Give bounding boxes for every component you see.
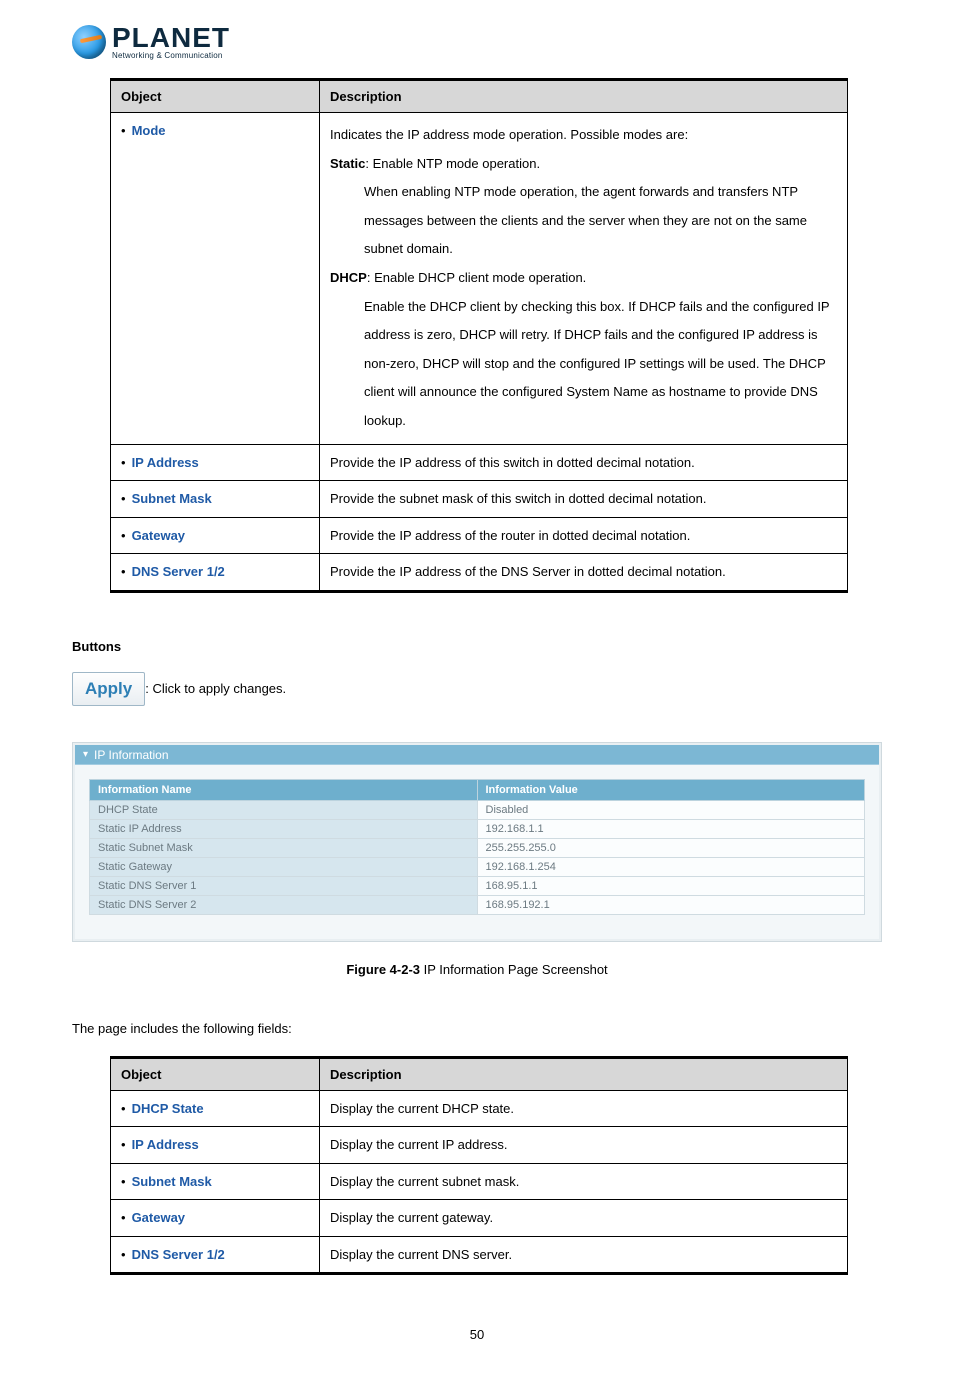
info-name: Static DNS Server 2	[90, 895, 478, 914]
ip-information-panel: ▾ IP Information Information Name Inform…	[72, 742, 882, 942]
info-name: Static DNS Server 1	[90, 876, 478, 895]
object-label: Subnet Mask	[132, 491, 212, 506]
intro-line: The page includes the following fields:	[72, 1021, 882, 1036]
brand-logo: PLANET Networking & Communication	[72, 24, 882, 60]
info-value: 168.95.192.1	[477, 895, 865, 914]
panel-title: IP Information	[94, 748, 168, 762]
object-description: Display the current IP address.	[320, 1127, 848, 1164]
table-row: •IP Address Provide the IP address of th…	[111, 444, 848, 481]
table-row: •Mode Indicates the IP address mode oper…	[111, 113, 848, 445]
static-suffix: : Enable NTP mode operation.	[365, 156, 540, 171]
buttons-heading: Buttons	[72, 639, 882, 654]
object-label: Mode	[132, 123, 166, 138]
object-description: Display the current subnet mask.	[320, 1163, 848, 1200]
table-row: •DNS Server 1/2 Provide the IP address o…	[111, 554, 848, 592]
object-description: Provide the IP address of the router in …	[320, 517, 848, 554]
object-description-table-1: Object Description •Mode Indicates the I…	[110, 78, 848, 593]
dhcp-label: DHCP	[330, 270, 367, 285]
col-description: Description	[320, 1057, 848, 1090]
object-description: Display the current gateway.	[320, 1200, 848, 1237]
dhcp-suffix: : Enable DHCP client mode operation.	[367, 270, 586, 285]
static-label: Static	[330, 156, 365, 171]
col-object: Object	[111, 1057, 320, 1090]
col-description: Description	[320, 80, 848, 113]
object-label: Gateway	[132, 528, 185, 543]
info-value: 168.95.1.1	[477, 876, 865, 895]
info-name: Static Gateway	[90, 857, 478, 876]
object-label: IP Address	[132, 455, 199, 470]
figure-caption: Figure 4-2-3 IP Information Page Screens…	[72, 962, 882, 977]
info-name: DHCP State	[90, 800, 478, 819]
object-description: Display the current DHCP state.	[320, 1090, 848, 1127]
info-value: 192.168.1.254	[477, 857, 865, 876]
object-description-table-2: Object Description •DHCP State Display t…	[110, 1056, 848, 1276]
panel-header[interactable]: ▾ IP Information	[75, 745, 879, 765]
object-label: DNS Server 1/2	[132, 1247, 225, 1262]
table-row: Static IP Address192.168.1.1	[90, 819, 865, 838]
table-row: •IP Address Display the current IP addre…	[111, 1127, 848, 1164]
mode-intro: Indicates the IP address mode operation.…	[330, 127, 688, 142]
object-description: Display the current DNS server.	[320, 1236, 848, 1274]
object-description: Provide the IP address of the DNS Server…	[320, 554, 848, 592]
col-info-name: Information Name	[90, 779, 478, 800]
info-name: Static IP Address	[90, 819, 478, 838]
table-row: DHCP StateDisabled	[90, 800, 865, 819]
table-row: •DNS Server 1/2 Display the current DNS …	[111, 1236, 848, 1274]
table-row: •Gateway Display the current gateway.	[111, 1200, 848, 1237]
ip-information-table: Information Name Information Value DHCP …	[89, 779, 865, 915]
figure-text: IP Information Page Screenshot	[420, 962, 608, 977]
info-value: Disabled	[477, 800, 865, 819]
globe-icon	[72, 25, 106, 59]
col-info-value: Information Value	[477, 779, 865, 800]
table-row: Static Subnet Mask255.255.255.0	[90, 838, 865, 857]
col-object: Object	[111, 80, 320, 113]
table-row: •Gateway Provide the IP address of the r…	[111, 517, 848, 554]
brand-name: PLANET	[112, 24, 230, 52]
static-detail: When enabling NTP mode operation, the ag…	[330, 178, 837, 264]
brand-tagline: Networking & Communication	[112, 52, 230, 60]
table-row: Static DNS Server 1168.95.1.1	[90, 876, 865, 895]
object-description: Provide the IP address of this switch in…	[320, 444, 848, 481]
chevron-down-icon: ▾	[83, 749, 88, 760]
info-value: 255.255.255.0	[477, 838, 865, 857]
apply-button[interactable]: Apply	[72, 672, 145, 706]
table-row: •Subnet Mask Provide the subnet mask of …	[111, 481, 848, 518]
table-row: •Subnet Mask Display the current subnet …	[111, 1163, 848, 1200]
table-row: Static Gateway192.168.1.254	[90, 857, 865, 876]
dhcp-detail: Enable the DHCP client by checking this …	[330, 293, 837, 436]
object-label: IP Address	[132, 1137, 199, 1152]
apply-caption: : Click to apply changes.	[145, 681, 286, 696]
page-number: 50	[72, 1327, 882, 1342]
object-description: Provide the subnet mask of this switch i…	[320, 481, 848, 518]
object-label: Subnet Mask	[132, 1174, 212, 1189]
info-value: 192.168.1.1	[477, 819, 865, 838]
object-label: DNS Server 1/2	[132, 564, 225, 579]
table-row: Static DNS Server 2168.95.192.1	[90, 895, 865, 914]
figure-label: Figure 4-2-3	[346, 962, 420, 977]
object-label: DHCP State	[132, 1101, 204, 1116]
info-name: Static Subnet Mask	[90, 838, 478, 857]
table-row: •DHCP State Display the current DHCP sta…	[111, 1090, 848, 1127]
object-label: Gateway	[132, 1210, 185, 1225]
